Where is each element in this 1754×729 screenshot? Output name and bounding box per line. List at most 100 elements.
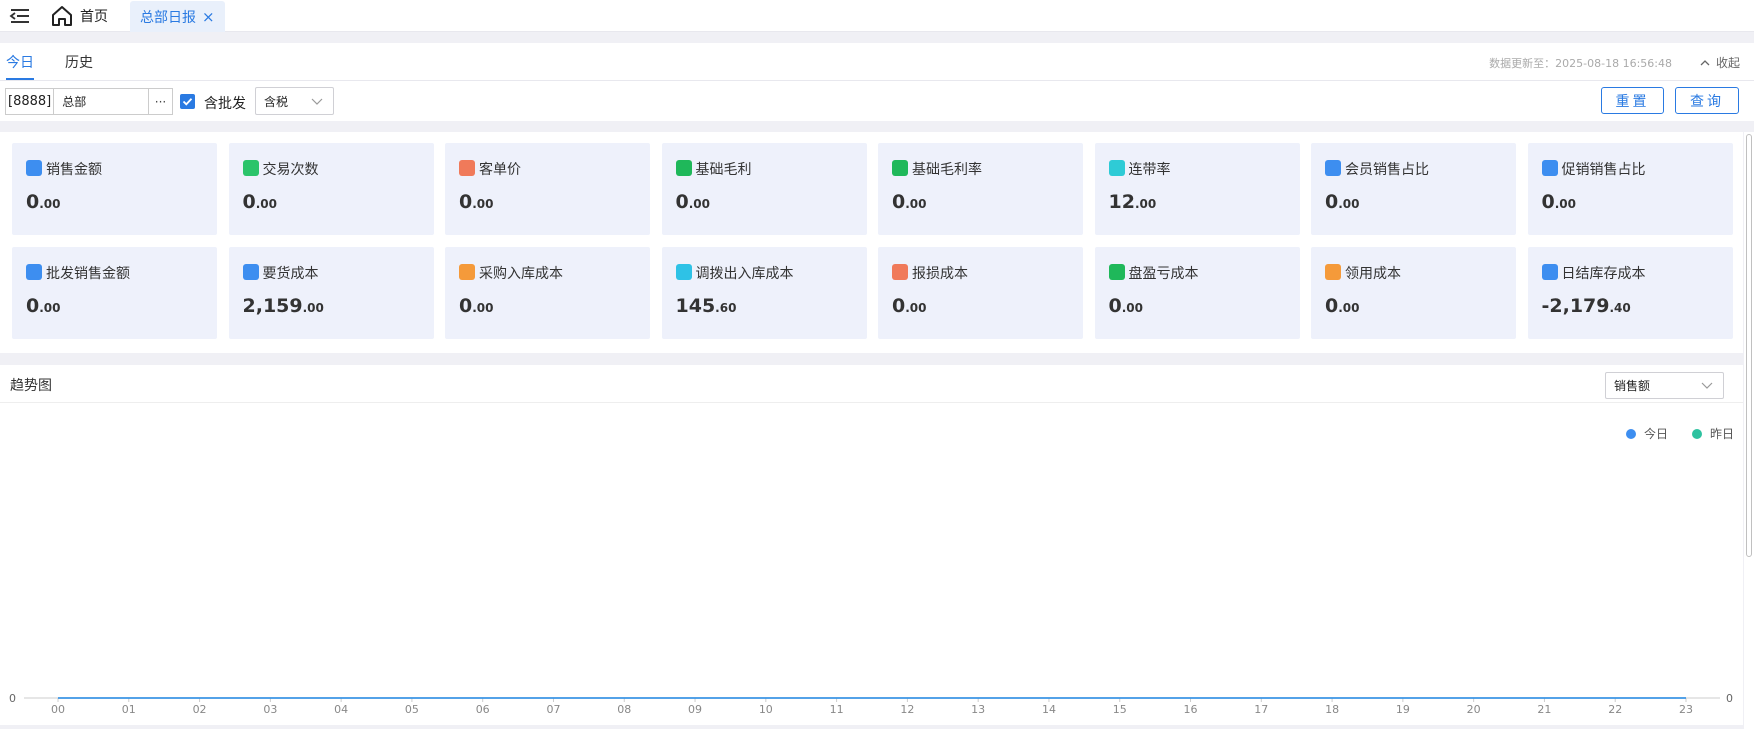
transfer-icon (675, 264, 692, 280)
query-button[interactable]: 查询 (1675, 87, 1739, 114)
kpi-card-value: 0.00 (459, 295, 494, 317)
kpi-card-value: 0.00 (1108, 295, 1144, 317)
x-axis-tick-label: 14 (1042, 703, 1056, 716)
x-axis-tick-label: 13 (971, 703, 985, 716)
x-axis-tick-label: 20 (1467, 703, 1481, 716)
kpi-card-value: 0.00 (26, 191, 61, 213)
x-axis-tick-label: 15 (1113, 703, 1127, 716)
kpi-card: 领用成本 0.00 (1311, 247, 1516, 339)
kpi-card-value: -2,179.40 (1541, 295, 1631, 317)
kpi-card-value-decimal: .00 (1554, 197, 1576, 211)
x-axis-tick-label: 10 (759, 703, 773, 716)
x-axis-tick-label: 19 (1396, 703, 1410, 716)
chevron-down-icon (311, 98, 323, 105)
kpi-card: 交易次数 0.00 (228, 143, 434, 235)
kpi-card-value-decimal: .00 (905, 301, 927, 315)
top-bar: 首页 总部日报 × (0, 0, 1754, 32)
kpi-card-value: 0.00 (1541, 191, 1577, 213)
kpi-card-value: 0.00 (242, 191, 278, 213)
percent-badge-icon (892, 160, 908, 176)
x-axis-tick-label: 16 (1184, 703, 1198, 716)
x-axis-tick-label: 06 (476, 703, 490, 716)
trend-chart-panel: 趋势图 销售额 今日 昨日 0 0 00 01 02 03 04 05 06 07 08 09 10 11… (0, 365, 1743, 725)
kpi-card-value-decimal: .00 (1134, 197, 1157, 211)
collapse-button[interactable]: 收起 (1700, 54, 1740, 71)
include-wholesale-label[interactable]: 含批发 (204, 93, 246, 113)
kpi-card-value-decimal: .00 (39, 197, 61, 211)
tab-hq-daily-report[interactable]: 总部日报 × (130, 1, 225, 32)
filter-panel: 今日 历史 数据更新至：2025-08-18 16:56:48 收起 [8888… (0, 43, 1754, 121)
menu-collapse-icon[interactable] (9, 7, 31, 25)
diamond-icon (675, 160, 692, 176)
tax-select-value: 含税 (264, 94, 289, 109)
trend-line-chart: 0 000 01 02 03 04 05 06 07 08 09 10 11 12 13 14 15 16 17 18… (9, 692, 1733, 716)
kpi-card-label: 批发销售金额 (46, 266, 130, 282)
vertical-scrollbar[interactable] (1744, 132, 1754, 729)
x-axis-tick-label: 04 (334, 703, 348, 716)
collapse-label: 收起 (1715, 56, 1740, 70)
x-axis-tick-label: 05 (405, 703, 419, 716)
kpi-card: 调拨出入库成本 145.60 (661, 247, 867, 339)
include-wholesale-checkbox[interactable] (180, 94, 195, 109)
tab-home[interactable]: 首页 (50, 4, 108, 28)
kpi-card-label: 报损成本 (912, 266, 968, 282)
kpi-card: 日结库存成本 -2,179.40 (1527, 247, 1733, 339)
org-more-button[interactable]: ··· (148, 89, 172, 114)
kpi-card-value-decimal: .40 (1609, 301, 1631, 315)
tax-select[interactable]: 含税 (255, 87, 334, 115)
kpi-card-label: 盘盈亏成本 (1128, 266, 1199, 282)
reset-button[interactable]: 重置 (1601, 87, 1664, 114)
y-axis-tick-right: 0 (1726, 692, 1733, 705)
tab-home-label: 首页 (80, 9, 108, 25)
kpi-card-value-decimal: .00 (472, 197, 494, 211)
divider (0, 80, 1754, 81)
data-updated-text: 数据更新至：2025-08-18 16:56:48 (1489, 57, 1672, 70)
kpi-card-label: 领用成本 (1345, 266, 1401, 282)
kpi-card: 盘盈亏成本 0.00 (1094, 247, 1300, 339)
kpi-card-label: 会员销售占比 (1345, 162, 1429, 178)
x-axis-tick-label: 21 (1537, 703, 1551, 716)
kpi-card: 客单价 0.00 (445, 143, 650, 235)
kpi-cards-panel: 销售金额 0.00 交易次数 0.00 客单价 0.00 基础毛利 0.00 基础毛利率 0.00… (0, 132, 1743, 353)
x-axis-tick-label: 18 (1325, 703, 1339, 716)
kpi-card: 采购入库成本 0.00 (445, 247, 650, 339)
tab-today[interactable]: 今日 (6, 52, 34, 72)
close-tab-icon[interactable]: × (202, 8, 215, 26)
x-axis-tick-label: 01 (122, 703, 136, 716)
org-selector[interactable]: [8888] 总部 ··· (5, 88, 173, 115)
kpi-card: 基础毛利 0.00 (661, 143, 867, 235)
kpi-card-value-decimal: .00 (1121, 301, 1143, 315)
kpi-card-label: 连带率 (1128, 162, 1171, 178)
trend-icon (1108, 264, 1125, 280)
kpi-card-value: 0.00 (26, 295, 61, 317)
loss-icon (892, 264, 908, 280)
x-axis-tick-label: 11 (830, 703, 844, 716)
x-axis-tick-label: 02 (193, 703, 207, 716)
org-name-input[interactable]: 总部 (54, 93, 148, 110)
tab-history[interactable]: 历史 (65, 52, 93, 72)
kpi-card-value: 0.00 (1325, 191, 1360, 213)
y-axis-tick-left: 0 (9, 692, 16, 705)
kpi-card-value-decimal: .00 (905, 197, 927, 211)
crown-icon (1325, 160, 1341, 176)
kpi-card-label: 销售金额 (46, 162, 102, 178)
kpi-card-value: 145.60 (675, 295, 737, 317)
kpi-card: 会员销售占比 0.00 (1311, 143, 1516, 235)
checkmark-icon (182, 98, 193, 106)
scrollbar-thumb[interactable] (1746, 134, 1752, 557)
kpi-card-value-decimal: .00 (255, 197, 277, 211)
cart-icon (459, 264, 475, 280)
wholesale-icon (26, 264, 42, 280)
tab-hq-daily-report-label: 总部日报 (140, 9, 196, 26)
kpi-card: 基础毛利率 0.00 (878, 143, 1083, 235)
kpi-card-value: 2,159.00 (242, 295, 324, 317)
kpi-card-label: 促销销售占比 (1561, 162, 1646, 178)
kpi-card-value: 12.00 (1108, 191, 1157, 213)
kpi-card-value-decimal: .60 (715, 301, 737, 315)
kpi-card-label: 要货成本 (262, 266, 319, 282)
yuan-icon (242, 264, 259, 280)
x-axis-tick-label: 00 (51, 703, 65, 716)
kpi-card-value: 0.00 (892, 295, 927, 317)
kpi-card: 批发销售金额 0.00 (12, 247, 217, 339)
kpi-card-label: 调拨出入库成本 (695, 266, 794, 282)
